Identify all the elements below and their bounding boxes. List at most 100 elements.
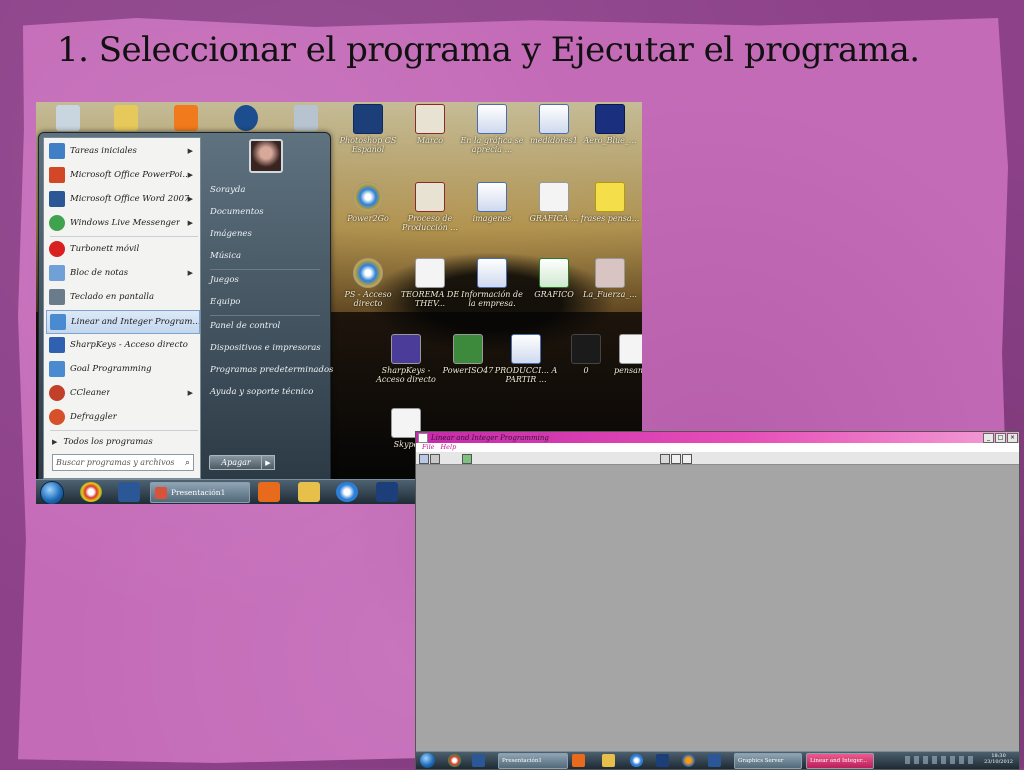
ccleaner-icon bbox=[49, 385, 65, 401]
image-icon bbox=[595, 104, 625, 134]
word-icon[interactable] bbox=[708, 754, 721, 767]
dvd-icon[interactable] bbox=[630, 754, 643, 767]
app-screenshot: Linear and Integer Programming _ □ × Fil… bbox=[415, 431, 1020, 770]
start-menu-item[interactable]: Microsoft Office PowerPoi... ▶ bbox=[46, 164, 198, 186]
word-icon[interactable] bbox=[118, 482, 140, 502]
powerpoint-icon bbox=[49, 167, 65, 183]
firefox-icon[interactable] bbox=[682, 754, 695, 767]
document-icon bbox=[415, 258, 445, 288]
recycle-bin-icon[interactable] bbox=[56, 105, 80, 131]
clock[interactable]: 18:30 23/10/2012 bbox=[984, 753, 1013, 765]
start-menu-item-highlighted[interactable]: Linear and Integer Program... bbox=[46, 310, 200, 334]
calculator-icon[interactable] bbox=[294, 105, 318, 131]
desktop-icon[interactable]: SharpKeys - Acceso directo bbox=[374, 334, 438, 384]
desktop-icon[interactable]: Aero_Blue_... bbox=[578, 104, 642, 145]
media-player-icon[interactable] bbox=[258, 482, 280, 502]
help-icon[interactable] bbox=[682, 454, 692, 464]
desktop-icon[interactable]: PowerISO47 bbox=[436, 334, 500, 375]
desktop-icon[interactable]: medidores1 bbox=[522, 104, 586, 145]
desktop-icon[interactable]: 0 bbox=[554, 334, 618, 375]
desktop-icon[interactable]: PS - Acceso directo bbox=[336, 258, 400, 308]
start-menu-item[interactable]: Goal Programming bbox=[46, 358, 198, 380]
desktop-icon[interactable]: GRAFICO bbox=[522, 258, 586, 299]
dvd-icon[interactable] bbox=[336, 482, 358, 502]
powerpoint-icon bbox=[155, 486, 167, 499]
avast-icon[interactable] bbox=[174, 105, 198, 131]
places-item-computer[interactable]: Equipo bbox=[210, 297, 240, 307]
start-menu-item[interactable]: Turbonett móvil bbox=[46, 238, 198, 260]
media-player-icon[interactable] bbox=[572, 754, 585, 767]
desktop-icon[interactable]: En la gráfica se aprecia ... bbox=[460, 104, 524, 154]
start-menu-item[interactable]: Windows Live Messenger ▶ bbox=[46, 212, 198, 234]
menu-file[interactable]: File bbox=[422, 443, 435, 452]
start-menu-item[interactable]: Defraggler bbox=[46, 406, 198, 428]
start-search-input[interactable]: Buscar programas y archivos ⌕ bbox=[52, 454, 194, 471]
taskbar-button-graphics-server[interactable]: Graphics Server bbox=[734, 753, 802, 769]
desktop-icon[interactable]: imagenes bbox=[460, 182, 524, 223]
explorer-folder-icon[interactable] bbox=[602, 754, 615, 767]
desktop-icon[interactable]: GRAFICA ... bbox=[522, 182, 586, 223]
user-avatar[interactable] bbox=[249, 139, 283, 173]
start-menu-item[interactable]: SharpKeys - Acceso directo bbox=[46, 334, 198, 356]
chrome-icon[interactable] bbox=[80, 482, 102, 502]
places-item-games[interactable]: Juegos bbox=[210, 275, 239, 285]
help-icon[interactable] bbox=[234, 105, 258, 131]
start-menu-item[interactable]: CCleaner ▶ bbox=[46, 382, 198, 404]
explorer-folder-icon[interactable] bbox=[298, 482, 320, 502]
desktop-icon[interactable]: pensamientos... bbox=[614, 334, 642, 375]
desktop-icon[interactable]: TEOREMA DE THEV... bbox=[398, 258, 462, 308]
info-icon[interactable] bbox=[671, 454, 681, 464]
desktop-icon[interactable]: Power2Go bbox=[336, 182, 400, 223]
desktop-icon[interactable]: Marco bbox=[398, 104, 462, 145]
new-icon[interactable] bbox=[419, 454, 429, 464]
system-tray bbox=[905, 756, 975, 764]
photoshop-icon[interactable] bbox=[376, 482, 398, 502]
places-item-documents[interactable]: Documentos bbox=[210, 207, 264, 217]
defraggler-icon bbox=[49, 409, 65, 425]
minimize-button[interactable]: _ bbox=[983, 433, 994, 443]
places-item-pictures[interactable]: Imágenes bbox=[210, 229, 252, 239]
word-icon[interactable] bbox=[472, 754, 485, 767]
chrome-icon[interactable] bbox=[448, 754, 461, 767]
start-orb-icon[interactable] bbox=[420, 753, 435, 768]
messenger-icon bbox=[49, 215, 65, 231]
desktop-icon[interactable]: Proceso de Producción ... bbox=[398, 182, 462, 232]
menu-help[interactable]: Help bbox=[441, 443, 457, 452]
places-item-devices[interactable]: Dispositivos e impresoras bbox=[210, 343, 321, 353]
desktop-icon[interactable]: La_Fuerza_... bbox=[578, 258, 642, 299]
desktop-icon[interactable]: frases pensa... bbox=[578, 182, 642, 223]
places-item-music[interactable]: Música bbox=[210, 251, 241, 261]
places-item-user[interactable]: Sorayda bbox=[210, 185, 245, 195]
close-button[interactable]: × bbox=[1007, 433, 1018, 443]
desktop-icon[interactable]: Información de la empresa. bbox=[460, 258, 524, 308]
getting-started-icon bbox=[49, 143, 65, 159]
start-menu-places: Sorayda Documentos Imágenes Música Juego… bbox=[203, 133, 333, 481]
places-item-control-panel[interactable]: Panel de control bbox=[210, 321, 280, 331]
cd-icon bbox=[353, 182, 383, 212]
shutdown-button[interactable]: Apagar bbox=[209, 455, 263, 470]
start-menu-item[interactable]: Microsoft Office Word 2007 ▶ bbox=[46, 188, 198, 210]
maximize-button[interactable]: □ bbox=[995, 433, 1006, 443]
start-orb-icon[interactable] bbox=[40, 481, 64, 504]
places-item-default-programs[interactable]: Programas predeterminados bbox=[210, 365, 333, 375]
open-icon[interactable] bbox=[430, 454, 440, 464]
desktop-icon[interactable]: PRODUCCI... A PARTIR ... bbox=[494, 334, 558, 384]
window-controls: _ □ × bbox=[983, 433, 1018, 443]
photoshop-icon[interactable] bbox=[656, 754, 669, 767]
taskbar-button-presentation[interactable]: Presentación1 bbox=[498, 753, 568, 769]
document-icon bbox=[571, 334, 601, 364]
places-item-help[interactable]: Ayuda y soporte técnico bbox=[210, 387, 313, 397]
start-menu: Tareas iniciales ▶ Microsoft Office Power… bbox=[38, 132, 333, 482]
shutdown-options-button[interactable]: ▶ bbox=[261, 455, 275, 470]
start-menu-item[interactable]: Teclado en pantalla bbox=[46, 286, 198, 308]
all-programs-item[interactable]: ▶ Todos los programas bbox=[46, 431, 198, 453]
grid-icon[interactable] bbox=[660, 454, 670, 464]
start-menu-item[interactable]: Bloc de notas ▶ bbox=[46, 262, 198, 284]
start-menu-item[interactable]: Tareas iniciales ▶ bbox=[46, 140, 198, 162]
taskbar-button-lip[interactable]: Linear and Integer... bbox=[806, 753, 874, 769]
desktop-icon[interactable]: Photoshop CS Español bbox=[336, 104, 400, 154]
run-icon[interactable] bbox=[462, 454, 472, 464]
taskbar-button-presentation[interactable]: Presentación1 bbox=[150, 482, 250, 503]
folder-icon[interactable] bbox=[114, 105, 138, 131]
image-icon bbox=[595, 258, 625, 288]
